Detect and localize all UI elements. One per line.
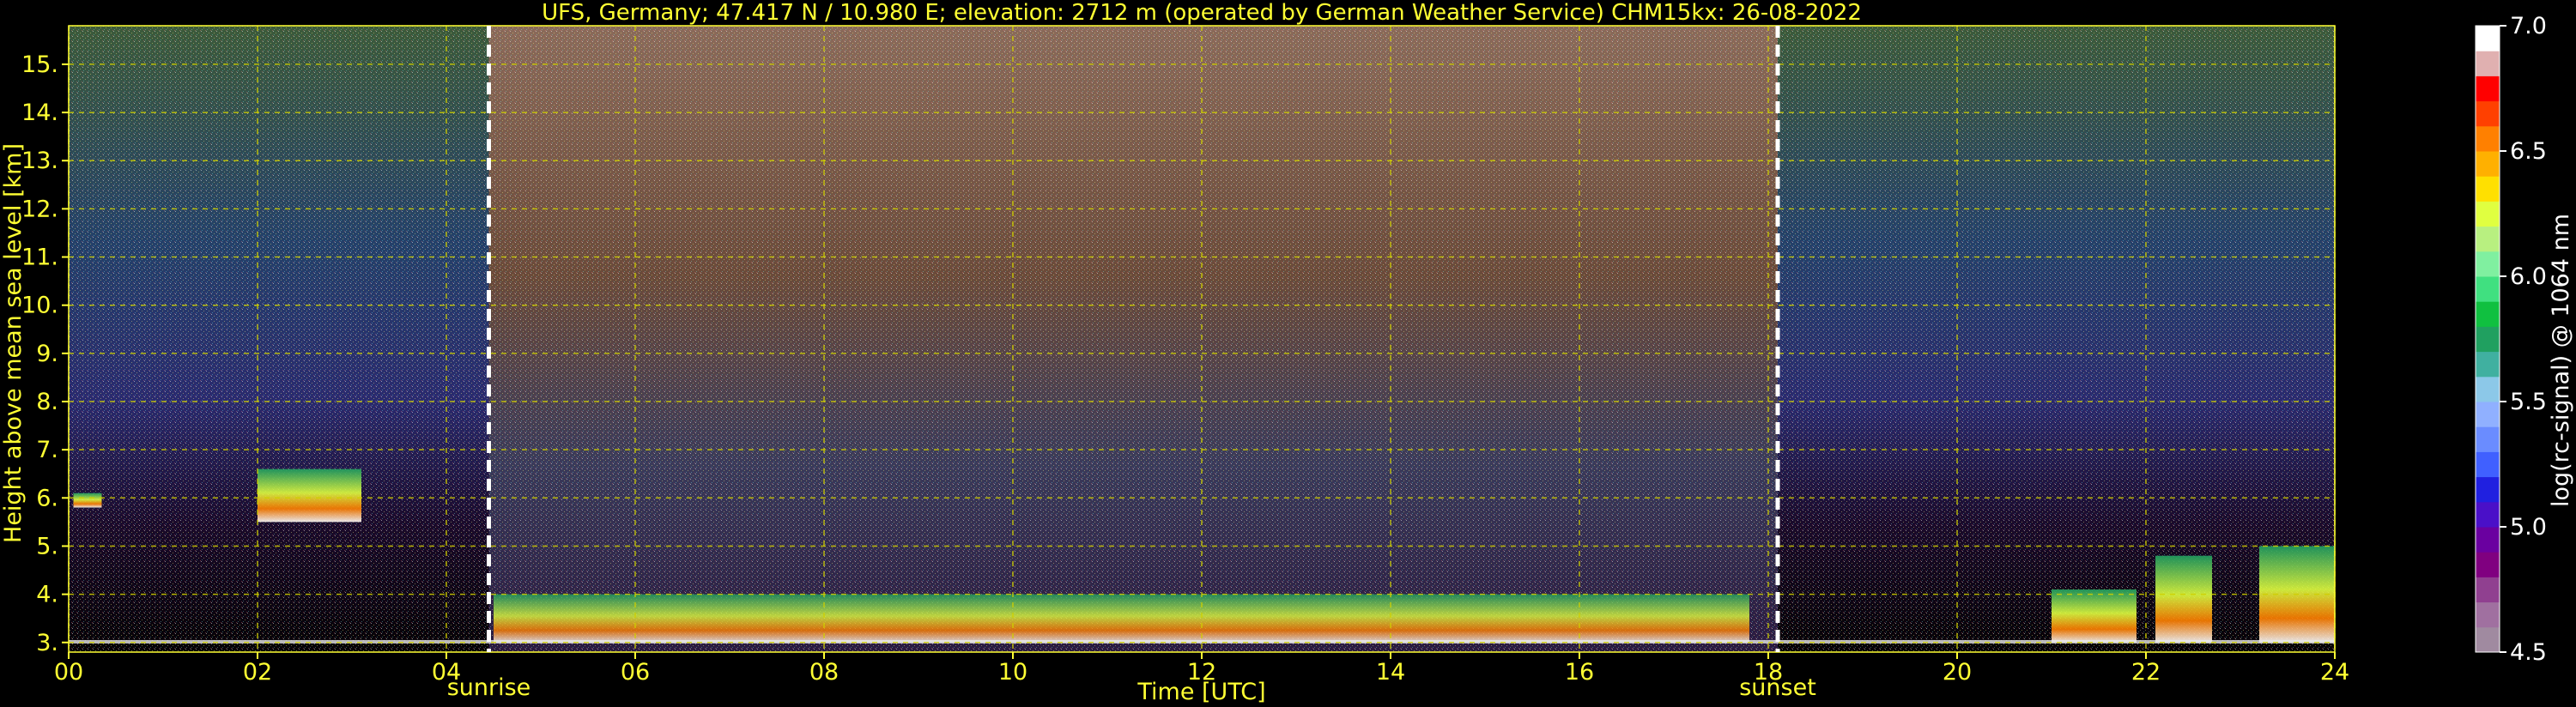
x-tick-label: 14 (1376, 659, 1405, 686)
colorbar-swatch (2476, 100, 2500, 127)
colorbar-swatch (2476, 26, 2500, 51)
y-tick-label: 4. (36, 582, 58, 608)
x-axis-label: Time [UTC] (1136, 679, 1265, 705)
y-tick-label: 8. (36, 389, 58, 415)
y-tick-label: 13. (21, 148, 58, 174)
y-tick-label: 10. (21, 293, 58, 319)
colorbar-swatch (2476, 402, 2500, 427)
x-tick-label: 06 (621, 659, 650, 686)
chart-title: UFS, Germany; 47.417 N / 10.980 E; eleva… (542, 0, 1862, 26)
cloud-feature (2052, 589, 2137, 643)
y-tick-label: 3. (36, 630, 58, 656)
lidar-quicklook-chart: sunrise sunset 00 02 04 06 08 10 12 14 16 18 20 22 24… (0, 0, 2574, 705)
x-tick-label: 00 (54, 659, 83, 686)
colorbar-swatch (2476, 125, 2500, 152)
x-tick-label: 04 (432, 659, 461, 686)
y-tick-label: 9. (36, 341, 58, 367)
colorbar-swatch (2476, 251, 2500, 277)
colorbar-swatch (2476, 577, 2500, 603)
x-tick-label: 10 (998, 659, 1027, 686)
colorbar-swatch (2476, 501, 2500, 528)
colorbar-swatch (2476, 426, 2500, 452)
x-tick-label: 16 (1565, 659, 1594, 686)
colorbar-swatch (2476, 151, 2500, 177)
colorbar-swatch (2476, 51, 2500, 76)
colorbar-swatch (2476, 552, 2500, 577)
colorbar-tick-label: 5.0 (2510, 514, 2547, 541)
x-tick-label: 08 (809, 659, 839, 686)
colorbar-swatch (2476, 76, 2500, 102)
colorbar: 4.5 5.0 5.5 6.0 6.5 7.0 (2475, 13, 2547, 666)
cloud-feature (2155, 555, 2212, 643)
colorbar-swatch (2476, 601, 2500, 628)
y-tick-label: 12. (21, 196, 58, 222)
cloud-feature (73, 492, 102, 508)
colorbar-tick-label: 6.0 (2510, 263, 2547, 290)
cloud-feature (258, 468, 361, 523)
colorbar-tick-label: 4.5 (2510, 639, 2547, 666)
colorbar-swatch (2476, 226, 2500, 252)
colorbar-swatch (2476, 626, 2500, 653)
y-tick-label: 7. (36, 437, 58, 463)
y-tick-label: 5. (36, 533, 58, 559)
colorbar-tick-label: 6.5 (2510, 138, 2547, 165)
y-tick-label: 11. (21, 245, 58, 271)
colorbar-swatch (2476, 527, 2500, 553)
x-tick-label: 02 (243, 659, 272, 686)
y-axis-label: Height above mean sea level [km] (0, 143, 27, 543)
colorbar-swatch (2476, 176, 2500, 202)
colorbar-swatch (2476, 301, 2500, 327)
aerosol-layer (494, 594, 1749, 643)
y-tick-label: 14. (21, 100, 58, 126)
colorbar-swatch (2476, 476, 2500, 503)
colorbar-label: log(rc-signal) @ 1064 nm (2548, 214, 2574, 507)
colorbar-swatch (2476, 201, 2500, 227)
colorbar-swatch (2476, 451, 2500, 478)
y-tick-label: 6. (36, 485, 58, 511)
x-tick-label: 18 (1754, 659, 1783, 686)
y-axis-ticks: 3. 4. 5. 6. 7. 8. 9. 10. 11. 12. 13. 14. 15. (21, 51, 69, 656)
colorbar-tick-label: 5.5 (2510, 389, 2547, 415)
colorbar-tick-label: 7.0 (2510, 13, 2547, 39)
x-tick-label: 22 (2131, 659, 2161, 686)
colorbar-swatch (2476, 276, 2500, 302)
x-tick-label: 24 (2320, 659, 2349, 686)
colorbar-swatch (2476, 351, 2500, 378)
colorbar-swatch (2476, 376, 2500, 402)
y-tick-label: 15. (21, 51, 58, 78)
colorbar-swatch (2476, 326, 2500, 353)
x-tick-label: 20 (1943, 659, 1972, 686)
